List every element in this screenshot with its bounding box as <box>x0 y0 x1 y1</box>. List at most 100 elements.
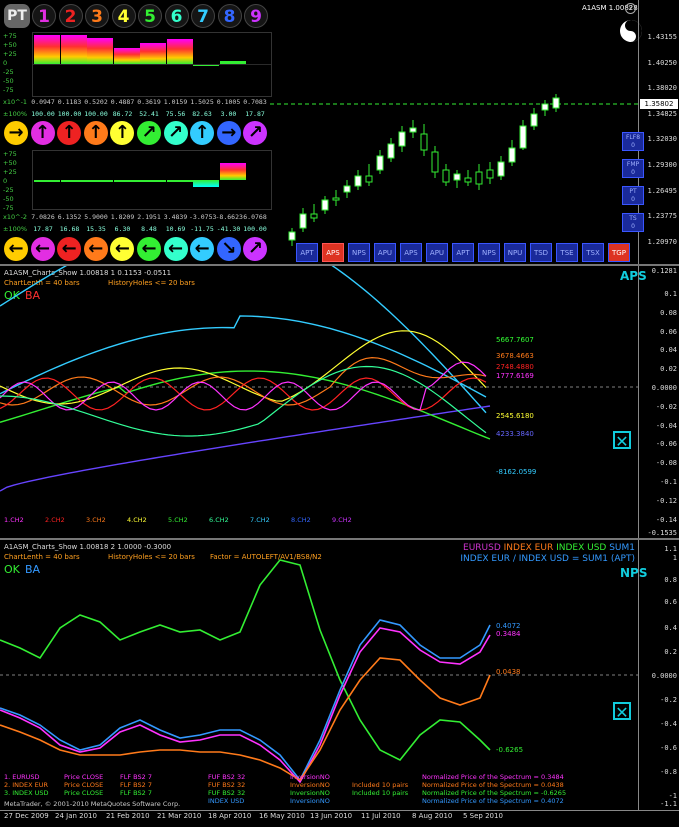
legend-cell: Price CLOSE <box>64 789 104 797</box>
time-tick: 5 Sep 2010 <box>463 812 503 820</box>
scale-label: -50 <box>3 77 14 85</box>
side-button-fmp[interactable]: FMP 0 <box>622 159 644 178</box>
arrow-up-icon[interactable]: ↑ <box>110 121 135 145</box>
side-button-pt[interactable]: PT 0 <box>622 186 644 205</box>
close-x-button[interactable]: ✕ <box>613 702 631 721</box>
arrow-right-icon[interactable]: → <box>216 121 241 145</box>
candle <box>365 175 373 183</box>
arrow-left-icon[interactable]: ← <box>190 237 215 261</box>
bar-a <box>140 42 166 64</box>
value-cell: 1.0159 <box>163 98 188 106</box>
number-button-7[interactable]: 7 <box>191 4 215 28</box>
candle <box>343 185 351 193</box>
arrow-right-icon[interactable]: → <box>4 121 28 145</box>
menu-button-apt[interactable]: APT <box>452 243 474 262</box>
series-value-label: 5667.7607 <box>496 336 534 344</box>
number-button-4[interactable]: 4 <box>111 4 136 28</box>
arrow-left-icon[interactable]: ← <box>163 237 188 261</box>
candle <box>552 97 560 109</box>
price-axis: 1.43155 1.40250 1.38020 1.34825 1.32030 1.293… <box>638 0 679 271</box>
price-tick: 1.38020 <box>647 84 677 93</box>
arrow-up-right-icon[interactable]: ↗ <box>163 121 188 145</box>
legend-cell: InversionNO <box>290 789 330 797</box>
series-line-yellow <box>0 330 487 405</box>
menu-button-aps[interactable]: APS <box>400 243 422 262</box>
candle <box>431 151 439 173</box>
value-cell: 100.00 <box>243 225 267 233</box>
side-button-flf8[interactable]: FLF8 0 <box>622 132 644 151</box>
arrow-down-right-icon[interactable]: ↘ <box>216 237 241 261</box>
series-line-eurusd <box>0 627 491 784</box>
candle <box>508 147 516 163</box>
price-tick: 1.34825 <box>647 109 677 118</box>
arrow-left-icon[interactable]: ← <box>83 237 108 261</box>
menu-button-nps[interactable]: NPS <box>348 243 370 262</box>
scale-label: -50 <box>3 195 14 203</box>
legend-item: 2.CH2 <box>45 516 65 524</box>
menu-button-apt[interactable]: APT <box>296 243 318 262</box>
value-cell: 16.68 <box>59 225 80 233</box>
bar-b <box>34 180 60 182</box>
value-cell: 100.00 <box>31 110 55 118</box>
y-tick: 1.1 <box>664 545 677 553</box>
legend-cell: FLF BS2 7 <box>120 789 152 797</box>
arrow-left-icon[interactable]: ← <box>110 237 135 261</box>
number-button-1[interactable]: 1 <box>32 4 56 28</box>
arrow-up-icon[interactable]: ↑ <box>83 121 108 145</box>
indicator-bottom-pane: A1ASM_Charts_Show 1.00818 2 1.0000 -0.30… <box>0 540 679 810</box>
menu-button-apu[interactable]: APU <box>374 243 396 262</box>
arrow-up-right-icon[interactable]: ↗ <box>137 121 161 145</box>
number-button-9[interactable]: 9 <box>244 4 268 28</box>
legend-cell: Price CLOSE <box>64 773 104 781</box>
y-tick: -0.6 <box>660 744 677 752</box>
menu-button-tsd[interactable]: TSD <box>530 243 552 262</box>
y-tick: 0.8 <box>664 576 677 584</box>
arrow-up-right-icon[interactable]: ↗ <box>243 237 268 261</box>
legend-item: 6.CH2 <box>209 516 229 524</box>
legend-cell: 2. INDEX EUR <box>4 781 49 789</box>
bar-b <box>140 180 166 183</box>
side-button-ts[interactable]: TS 0 <box>622 213 644 232</box>
number-button-5[interactable]: 5 <box>138 4 162 28</box>
menu-button-nps[interactable]: NPS <box>478 243 500 262</box>
candle <box>321 199 329 211</box>
candle <box>420 133 428 151</box>
arrow-up-right-icon[interactable]: ↗ <box>243 121 268 145</box>
arrow-left-icon[interactable]: ← <box>4 237 28 261</box>
value-cell: 0.4887 <box>110 98 135 106</box>
arrow-left-icon[interactable]: ← <box>30 237 55 261</box>
legend-cell: Normalized Price of the Spectrum = 0.348… <box>422 773 564 781</box>
pt-button[interactable]: PT <box>4 4 30 28</box>
series-value-label: 0.3484 <box>496 630 521 638</box>
y-tick: -0.14 <box>655 515 677 524</box>
candle <box>332 197 340 201</box>
legend-item: 4.CH2 <box>127 516 147 524</box>
candle <box>354 175 362 187</box>
menu-button-npu[interactable]: NPU <box>504 243 526 262</box>
arrow-up-icon[interactable]: ↑ <box>57 121 82 145</box>
menu-button-aps[interactable]: APS <box>322 243 344 262</box>
candle <box>310 213 318 219</box>
arrow-left-icon[interactable]: ← <box>57 237 82 261</box>
number-button-6[interactable]: 6 <box>164 4 189 28</box>
y-tick: -0.8 <box>660 768 677 776</box>
value-cell: -11.75 <box>190 225 214 233</box>
number-button-8[interactable]: 8 <box>217 4 242 28</box>
menu-button-tgp[interactable]: TGP <box>608 243 630 262</box>
arrow-left-icon[interactable]: ← <box>137 237 161 261</box>
close-x-button[interactable]: ✕ <box>613 431 631 450</box>
y-tick: 0.6 <box>664 598 677 606</box>
legend-item: 7.CH2 <box>250 516 270 524</box>
price-tick: 1.23775 <box>647 212 677 221</box>
value-cell: 8.48 <box>141 225 157 233</box>
number-button-2[interactable]: 2 <box>58 4 83 28</box>
time-tick: 8 Aug 2010 <box>412 812 453 820</box>
menu-button-tse[interactable]: TSE <box>556 243 578 262</box>
series-value-label: -0.6265 <box>496 746 524 754</box>
menu-button-apu[interactable]: APU <box>426 243 448 262</box>
number-button-3[interactable]: 3 <box>85 4 109 28</box>
arrow-up-icon[interactable]: ↑ <box>30 121 55 145</box>
arrow-up-icon[interactable]: ↑ <box>190 121 215 145</box>
series-line-index-eur <box>0 657 491 782</box>
menu-button-tsx[interactable]: TSX <box>582 243 604 262</box>
